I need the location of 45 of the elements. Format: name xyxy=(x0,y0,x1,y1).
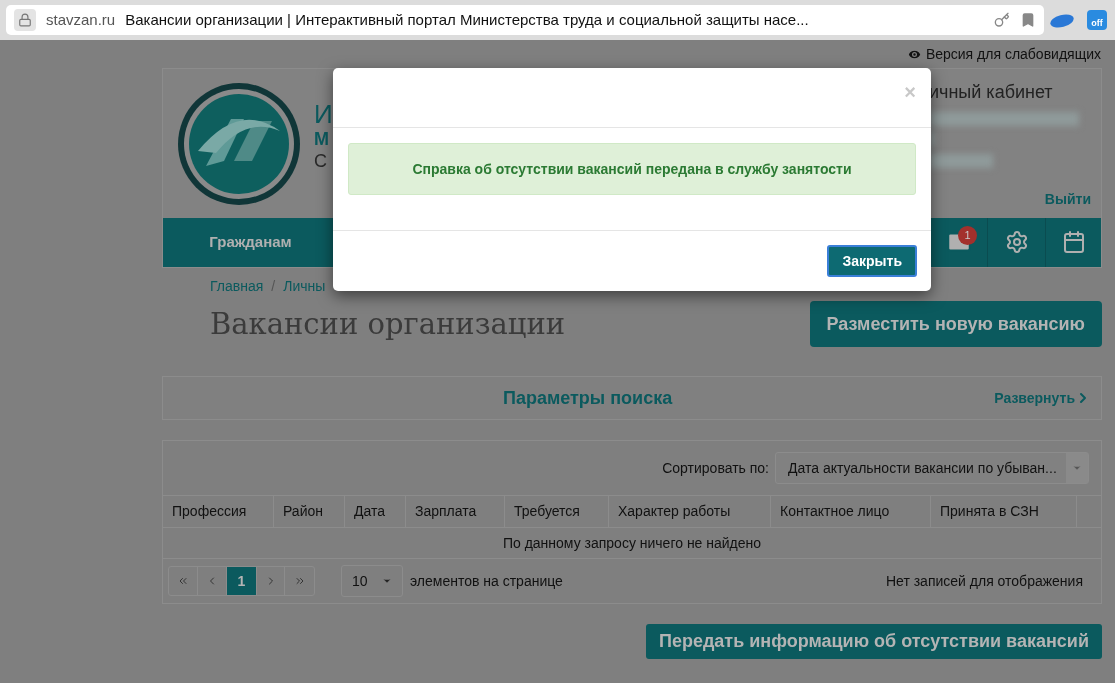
extension-icon[interactable] xyxy=(1049,12,1075,28)
url-domain: stavzan.ru xyxy=(46,9,116,30)
dropdown-arrow-icon xyxy=(1072,463,1082,473)
dropdown-arrow-icon xyxy=(382,576,392,586)
column-header[interactable]: Характер работы xyxy=(609,496,771,527)
region-title: С xyxy=(314,150,328,173)
nav-item[interactable]: Гражданам xyxy=(163,217,338,267)
last-page-icon xyxy=(293,575,306,587)
column-header[interactable]: Требуется xyxy=(505,496,609,527)
notification-badge: 1 xyxy=(958,225,977,245)
address-bar[interactable]: stavzan.ru Вакансии организации | Интерактивный портал Министерства труда и социальной защиты насе... xyxy=(6,5,1044,35)
page-size-label: элементов на странице xyxy=(410,571,563,591)
calendar-icon xyxy=(1061,230,1086,255)
column-header[interactable]: Профессия xyxy=(163,496,274,527)
submit-info-button[interactable]: Передать информацию об отсутствии вакансий xyxy=(645,624,1102,659)
sort-dropdown[interactable]: Дата актуальности вакансии по убыван... xyxy=(775,452,1089,484)
panel-title: Параметры поиска xyxy=(503,386,673,410)
portal-title: И xyxy=(314,99,333,129)
page-size-value: 10 xyxy=(352,571,368,591)
page-title: Вакансии организации | Интерактивный портал Министерства труда и социальной защиты насе... xyxy=(125,9,809,30)
column-header[interactable]: Принята в СЗН xyxy=(931,496,1077,527)
close-button[interactable]: Закрыть xyxy=(827,245,917,277)
page-heading: Вакансии организации xyxy=(209,306,566,343)
lock-icon xyxy=(14,9,36,31)
bookmark-icon[interactable] xyxy=(1020,12,1036,28)
extension-badge[interactable]: off xyxy=(1087,10,1107,30)
pager-status: Нет записей для отображения xyxy=(885,571,1083,591)
column-header[interactable]: Зарплата xyxy=(406,496,505,527)
page-size-dropdown[interactable]: 10 xyxy=(341,565,403,597)
column-header[interactable]: Дата xyxy=(345,496,406,527)
page-button[interactable]: 1 xyxy=(227,567,256,595)
new-vacancy-button[interactable]: Разместить новую вакансию xyxy=(809,301,1102,347)
first-page-icon xyxy=(177,575,189,587)
logo-icon xyxy=(176,81,302,207)
redacted-bar xyxy=(929,154,993,168)
settings-icon xyxy=(1004,230,1029,255)
breadcrumb-separator: / xyxy=(271,276,276,296)
accessibility-link[interactable]: Версия для слабовидящих xyxy=(906,43,1101,65)
sort-label: Сортировать по: xyxy=(662,458,769,478)
ministry-title: М xyxy=(314,129,330,149)
key-icon[interactable] xyxy=(994,12,1010,28)
empty-message: По данному запросу ничего не найдено xyxy=(502,533,762,553)
alert-message: Справка об отсутствии вакансий передана в службу занятости xyxy=(412,159,852,179)
column-header[interactable]: Район xyxy=(274,496,345,527)
column-header[interactable]: Контактное лицо xyxy=(771,496,931,527)
